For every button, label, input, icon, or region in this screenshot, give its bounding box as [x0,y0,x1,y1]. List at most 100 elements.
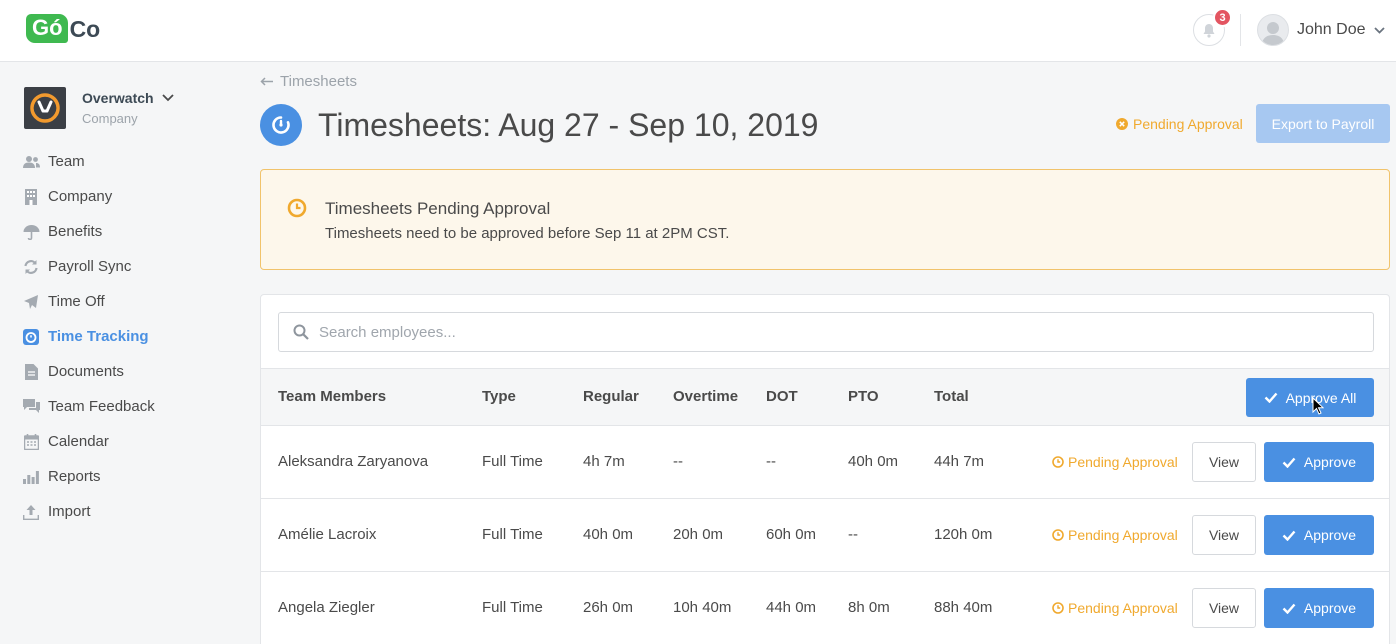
sidebar-item-label: Import [48,503,91,520]
sidebar-item-label: Calendar [48,433,109,450]
clock-icon [287,198,307,218]
cell-pto: -- [848,526,858,543]
chevron-down-icon [161,94,174,102]
pending-x-icon [1116,118,1128,130]
cell-name: Aleksandra Zaryanova [278,453,429,470]
user-menu[interactable]: John Doe [1257,14,1385,46]
cell-overtime: 20h 0m [673,526,724,543]
sidebar-item-team-feedback[interactable]: Team Feedback [22,389,155,424]
org-switcher[interactable]: Overwatch Company [24,87,174,129]
sidebar-item-import[interactable]: Import [22,494,155,529]
status-text: Pending Approval [1068,600,1178,616]
back-link[interactable]: Timesheets [260,73,357,90]
document-icon [22,363,40,381]
sidebar-item-payroll-sync[interactable]: Payroll Sync [22,249,155,284]
column-header-dot[interactable]: DOT [766,388,798,405]
column-header-type[interactable]: Type [482,388,516,405]
sidebar-item-time-off[interactable]: Time Off [22,284,155,319]
status-badge: Pending Approval [1116,116,1243,132]
timesheets-card: Team Members Type Regular Overtime DOT P… [260,294,1390,644]
column-header-team-members[interactable]: Team Members [278,388,386,405]
cell-total: 88h 40m [934,599,993,616]
calendar-icon [22,433,40,451]
view-button[interactable]: View [1192,442,1256,482]
column-header-regular[interactable]: Regular [583,388,639,405]
cell-type: Full Time [482,526,543,543]
user-name: John Doe [1297,21,1366,38]
sidebar-item-label: Documents [48,363,124,380]
upload-icon [22,503,40,521]
sidebar-item-calendar[interactable]: Calendar [22,424,155,459]
approve-button[interactable]: Approve [1264,588,1374,628]
sidebar-item-time-tracking[interactable]: Time Tracking [22,319,155,354]
team-icon [22,153,40,171]
sidebar: Overwatch Company Team Company Benefits … [0,63,240,644]
cell-dot: 60h 0m [766,526,817,543]
status-badge: Pending Approval [1052,454,1178,470]
sidebar-item-label: Payroll Sync [48,258,132,275]
status-badge: Pending Approval [1052,600,1178,616]
sidebar-item-label: Time Off [48,293,105,310]
approve-label: Approve [1303,454,1357,470]
sidebar-item-documents[interactable]: Documents [22,354,155,389]
top-bar: Gó Co 3 John Doe [0,0,1396,62]
sidebar-item-company[interactable]: Company [22,179,155,214]
sidebar-item-reports[interactable]: Reports [22,459,155,494]
approve-label: Approve [1303,527,1357,543]
approve-label: Approve [1303,600,1357,616]
feedback-icon [22,398,40,416]
logo-co: Co [69,15,101,42]
clock-icon [1052,529,1064,541]
back-link-label: Timesheets [280,73,357,90]
cell-name: Angela Ziegler [278,599,375,616]
sidebar-item-team[interactable]: Team [22,144,155,179]
sidebar-item-label: Reports [48,468,101,485]
topbar-divider [1240,14,1241,46]
table-row: Aleksandra Zaryanova Full Time 4h 7m -- … [261,426,1389,499]
stopwatch-icon [22,328,40,346]
view-button[interactable]: View [1192,588,1256,628]
cell-pto: 8h 0m [848,599,890,616]
cell-type: Full Time [482,599,543,616]
plane-icon [22,293,40,311]
approve-button[interactable]: Approve [1264,442,1374,482]
cell-total: 120h 0m [934,526,993,543]
check-icon [1282,603,1296,614]
search-input[interactable] [319,323,1319,341]
umbrella-icon [22,223,40,241]
status-text: Pending Approval [1068,454,1178,470]
user-silhouette-icon [1262,22,1284,45]
view-button[interactable]: View [1192,515,1256,555]
column-header-overtime[interactable]: Overtime [673,388,738,405]
sidebar-nav: Team Company Benefits Payroll Sync Time … [22,144,155,529]
cell-regular: 4h 7m [583,453,625,470]
check-icon [1282,530,1296,541]
stopwatch-icon [260,104,302,146]
sidebar-item-benefits[interactable]: Benefits [22,214,155,249]
sidebar-item-label: Team [48,153,85,170]
table-row: Angela Ziegler Full Time 26h 0m 10h 40m … [261,572,1389,644]
cell-dot: 44h 0m [766,599,817,616]
column-header-pto[interactable]: PTO [848,388,879,405]
cell-regular: 26h 0m [583,599,634,616]
sidebar-item-label: Benefits [48,223,103,240]
goco-logo[interactable]: Gó Co [26,14,100,43]
column-header-total[interactable]: Total [934,388,969,405]
cell-total: 44h 7m [934,453,985,470]
export-to-payroll-button[interactable]: Export to Payroll [1256,104,1390,143]
approve-button[interactable]: Approve [1264,515,1374,555]
search-box[interactable] [278,312,1374,352]
check-icon [1264,392,1277,403]
mouse-cursor-icon [1312,397,1324,415]
page-title: Timesheets: Aug 27 - Sep 10, 2019 [318,107,819,143]
pending-approval-alert: Timesheets Pending Approval Timesheets n… [260,169,1390,270]
chevron-down-icon [1373,26,1385,34]
cell-regular: 40h 0m [583,526,634,543]
sync-icon [22,258,40,276]
sidebar-item-label: Team Feedback [48,398,155,415]
cell-pto: 40h 0m [848,453,899,470]
bell-icon [1203,23,1215,38]
status-text: Pending Approval [1133,116,1243,132]
approve-all-button[interactable]: Approve All [1246,378,1374,417]
table-row: Amélie Lacroix Full Time 40h 0m 20h 0m 6… [261,499,1389,572]
